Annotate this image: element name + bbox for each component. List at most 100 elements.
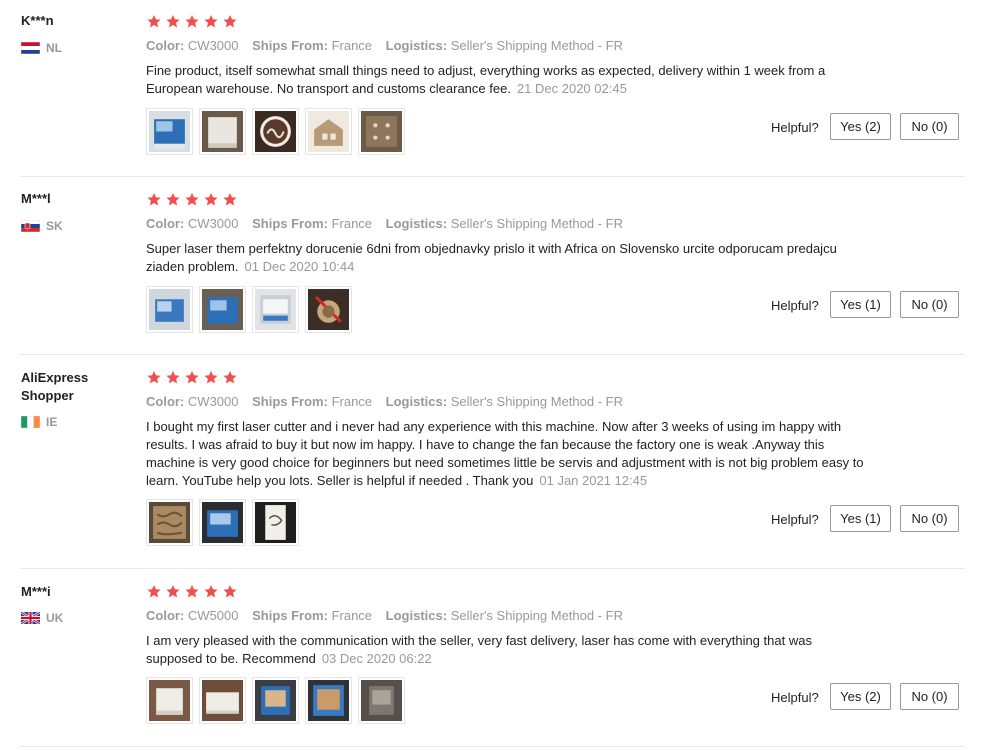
review-body: Fine product, itself somewhat small thin… <box>146 63 826 96</box>
color-value: CW5000 <box>187 608 239 623</box>
star-icon <box>223 14 237 28</box>
review-text: I bought my first laser cutter and i nev… <box>146 418 866 490</box>
star-icon <box>204 192 218 206</box>
helpful-no-button[interactable]: No (0) <box>900 683 959 710</box>
laser-box-photo[interactable] <box>146 677 193 724</box>
review-date: 21 Dec 2020 02:45 <box>516 81 627 96</box>
helpful-yes-button[interactable]: Yes (1) <box>830 291 891 318</box>
review-item: K***n NL Color: CW3000 Ships From: Franc… <box>0 0 982 178</box>
star-icon <box>185 370 199 384</box>
color-label: Color: <box>146 216 185 231</box>
laser-machine-photo[interactable] <box>199 286 246 333</box>
ships-from-value: France <box>331 38 373 53</box>
ships-from-value: France <box>331 394 373 409</box>
star-icon <box>166 370 180 384</box>
star-icon <box>166 14 180 28</box>
star-icon <box>147 14 161 28</box>
helpful-no-button[interactable]: No (0) <box>900 505 959 532</box>
ships-from-value: France <box>331 608 373 623</box>
color-label: Color: <box>146 608 185 623</box>
review-divider <box>20 354 965 355</box>
logistics-value: Seller's Shipping Method - FR <box>450 394 623 409</box>
ships-from-label: Ships From: <box>252 38 328 53</box>
helpful-yes-button[interactable]: Yes (2) <box>830 113 891 140</box>
star-icon <box>185 192 199 206</box>
logistics-label: Logistics: <box>385 216 448 231</box>
laser-machine-photo[interactable] <box>146 108 193 155</box>
flag-ie-icon <box>21 416 40 428</box>
star-rating <box>146 14 241 30</box>
country-code: NL <box>46 41 62 55</box>
engraved-wood-house-photo[interactable] <box>305 108 352 155</box>
helpful-label: Helpful? <box>771 298 819 313</box>
engraved-name-disc-photo[interactable] <box>252 108 299 155</box>
laser-box-photo[interactable] <box>199 677 246 724</box>
review-divider <box>20 568 965 569</box>
logistics-value: Seller's Shipping Method - FR <box>450 216 623 231</box>
reviewer-country: IE <box>21 415 57 429</box>
engraved-wood-photo[interactable] <box>146 499 193 546</box>
logistics-label: Logistics: <box>385 38 448 53</box>
country-code: SK <box>46 219 63 233</box>
reviewer-name: M***l <box>21 191 51 206</box>
laser-box-photo[interactable] <box>199 108 246 155</box>
flag-sk-icon <box>21 220 40 232</box>
logistics-value: Seller's Shipping Method - FR <box>450 38 623 53</box>
helpful-yes-button[interactable]: Yes (2) <box>830 683 891 710</box>
review-item: M***l SK Color: CW3000 Ships From: Franc… <box>0 178 982 356</box>
star-icon <box>147 192 161 206</box>
ships-from-label: Ships From: <box>252 216 328 231</box>
logistics-label: Logistics: <box>385 394 448 409</box>
logistics-value: Seller's Shipping Method - FR <box>450 608 623 623</box>
laser-machine-photo[interactable] <box>305 677 352 724</box>
star-icon <box>166 192 180 206</box>
laser-machine-open-photo[interactable] <box>252 286 299 333</box>
review-text: Fine product, itself somewhat small thin… <box>146 62 866 98</box>
review-date: 01 Dec 2020 10:44 <box>244 259 355 274</box>
helpful-label: Helpful? <box>771 690 819 705</box>
review-photos <box>146 108 411 155</box>
flag-nl-icon <box>21 42 40 54</box>
star-icon <box>147 584 161 598</box>
helpful-label: Helpful? <box>771 512 819 527</box>
review-photos <box>146 499 305 546</box>
review-date: 03 Dec 2020 06:22 <box>321 651 432 666</box>
review-divider <box>20 746 965 747</box>
order-info: Color: CW5000 Ships From: France Logisti… <box>146 608 633 623</box>
color-label: Color: <box>146 394 185 409</box>
laser-machine-photo[interactable] <box>358 677 405 724</box>
laser-machine-photo[interactable] <box>199 499 246 546</box>
ships-from-value: France <box>331 216 373 231</box>
star-icon <box>204 370 218 384</box>
order-info: Color: CW3000 Ships From: France Logisti… <box>146 394 633 409</box>
order-info: Color: CW3000 Ships From: France Logisti… <box>146 216 633 231</box>
star-icon <box>223 192 237 206</box>
flag-uk-icon <box>21 612 40 624</box>
helpful-yes-button[interactable]: Yes (1) <box>830 505 891 532</box>
star-rating <box>146 192 241 208</box>
star-icon <box>223 584 237 598</box>
review-body: I bought my first laser cutter and i nev… <box>146 419 864 488</box>
color-value: CW3000 <box>187 394 239 409</box>
star-rating <box>146 584 241 600</box>
engraved-ornament-photo[interactable] <box>305 286 352 333</box>
reviewer-country: NL <box>21 41 62 55</box>
helpful-no-button[interactable]: No (0) <box>900 291 959 318</box>
reviewer-name: K***n <box>21 13 54 28</box>
review-photos <box>146 677 411 724</box>
review-date: 01 Jan 2021 12:45 <box>539 473 648 488</box>
reviewer-country: SK <box>21 219 63 233</box>
logistics-label: Logistics: <box>385 608 448 623</box>
helpful-label: Helpful? <box>771 120 819 135</box>
color-value: CW3000 <box>187 216 239 231</box>
laser-machine-photo[interactable] <box>252 677 299 724</box>
order-info: Color: CW3000 Ships From: France Logisti… <box>146 38 633 53</box>
engraved-wood-panel-photo[interactable] <box>358 108 405 155</box>
review-text: I am very pleased with the communication… <box>146 632 866 668</box>
laser-machine-photo[interactable] <box>146 286 193 333</box>
helpful-no-button[interactable]: No (0) <box>900 113 959 140</box>
star-rating <box>146 370 241 386</box>
reviewer-country: UK <box>21 611 63 625</box>
engraved-card-photo[interactable] <box>252 499 299 546</box>
star-icon <box>185 14 199 28</box>
